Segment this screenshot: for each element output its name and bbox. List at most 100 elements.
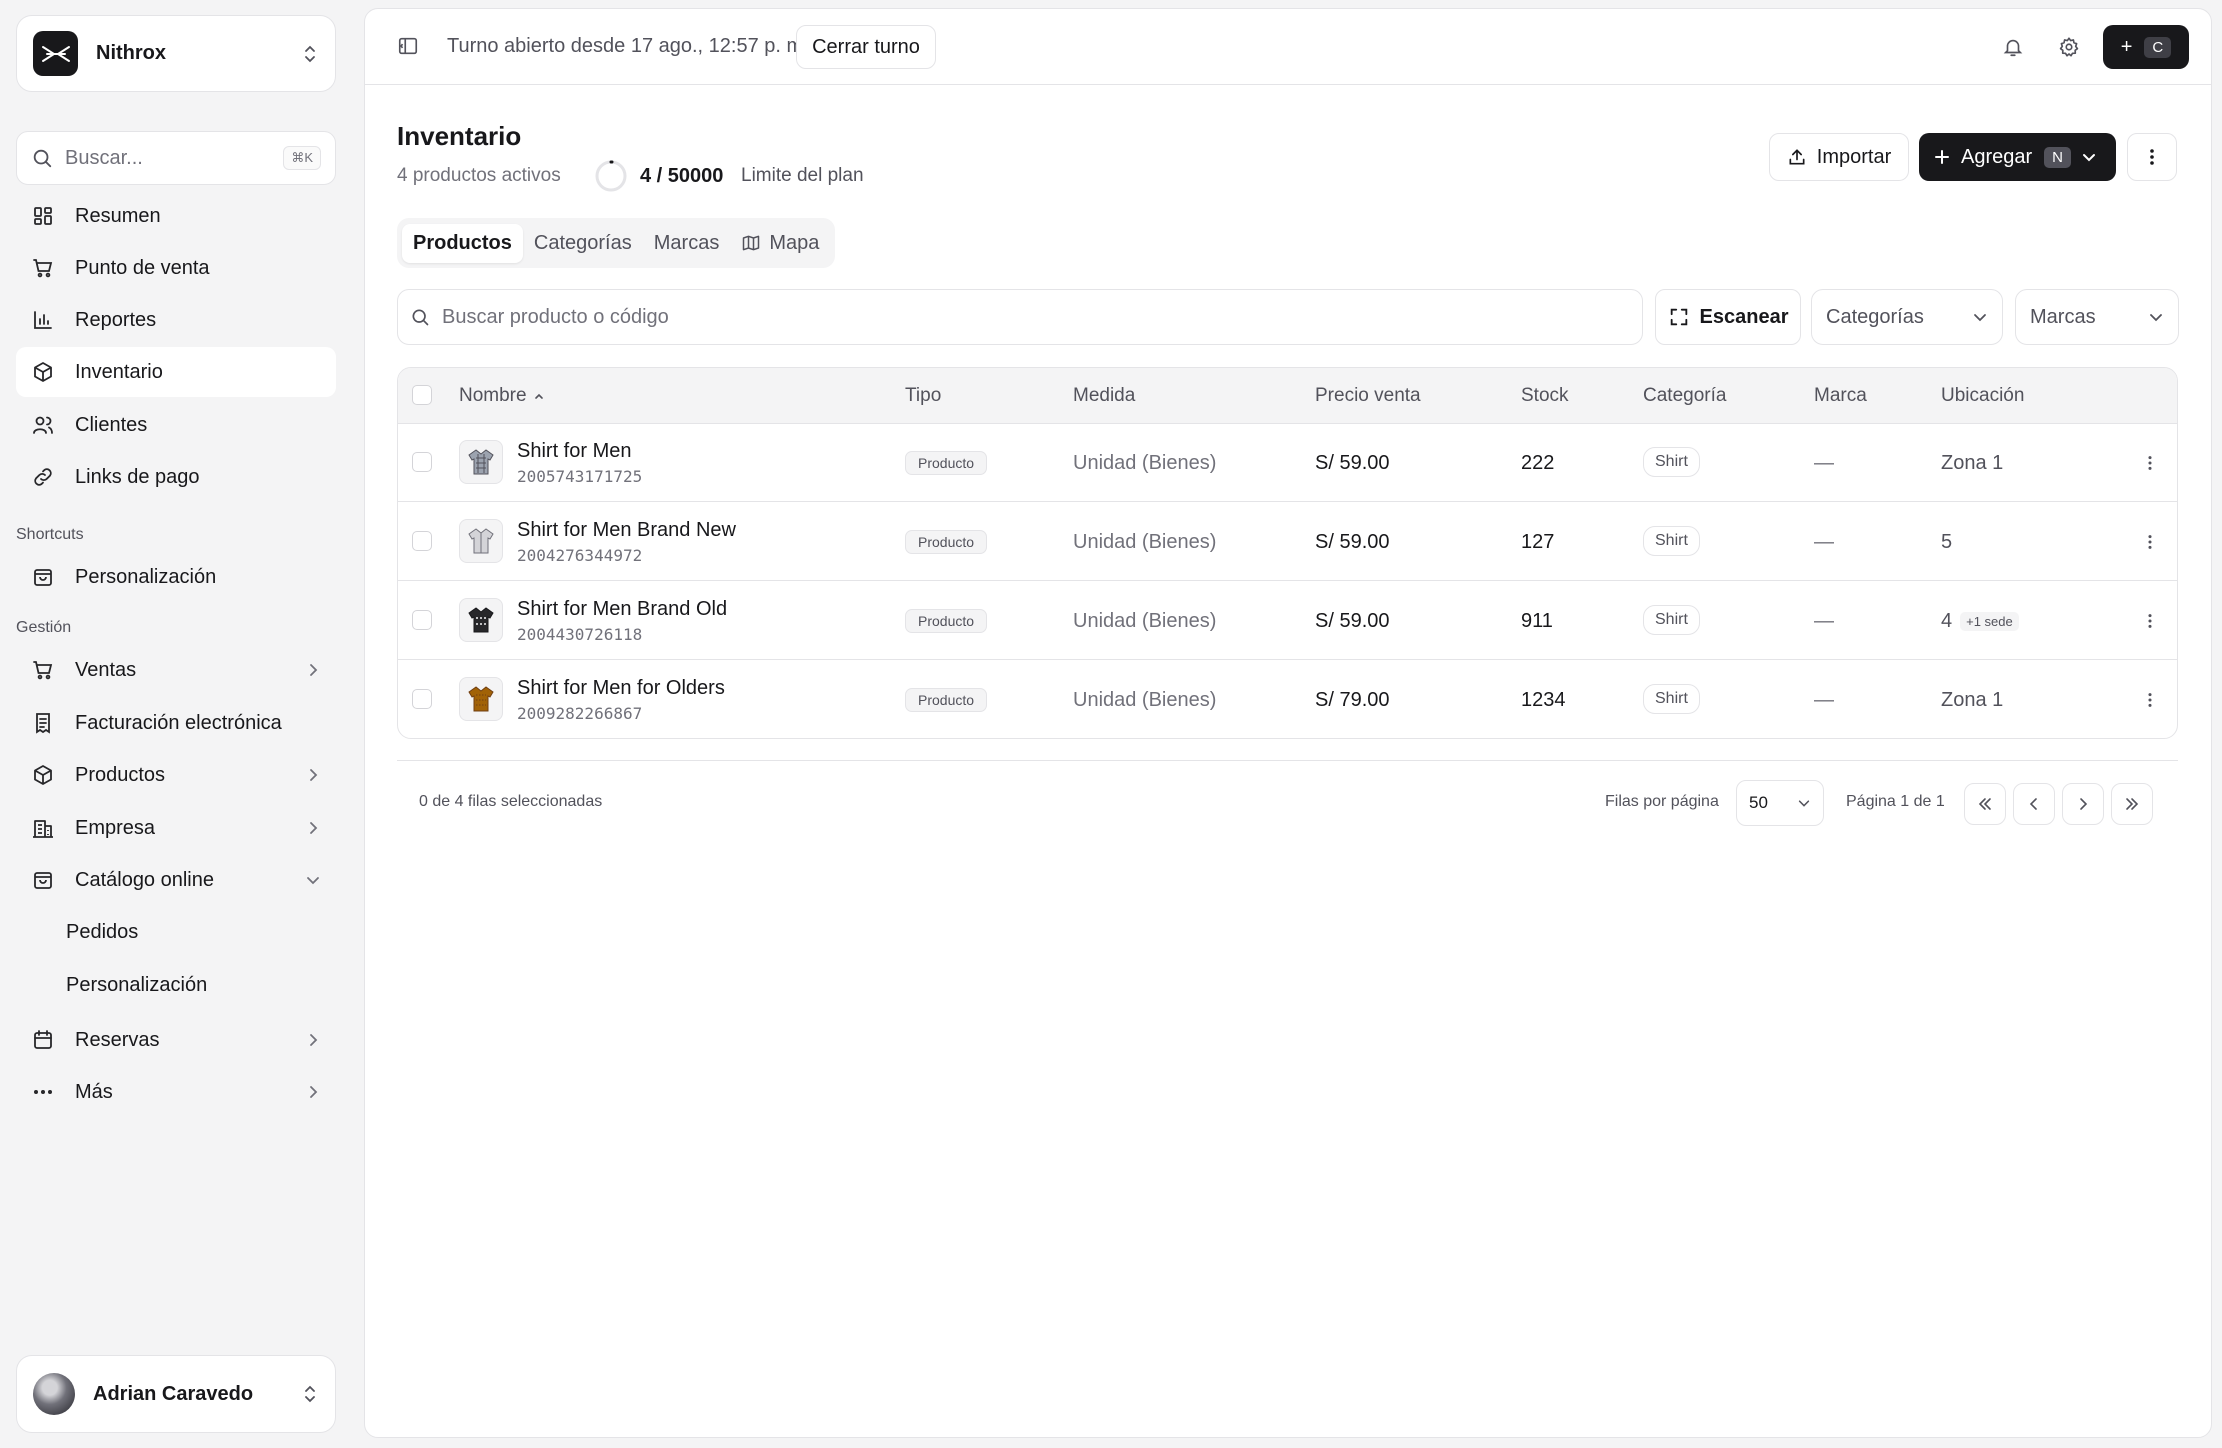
sidebar-subitem-pedidos[interactable]: Pedidos (16, 907, 336, 957)
rows-per-page-select[interactable]: 50 (1736, 780, 1824, 826)
add-shortcut: N (2044, 146, 2071, 168)
more-horizontal-icon (31, 1080, 55, 1104)
more-vertical-icon[interactable] (2136, 449, 2164, 477)
close-shift-button[interactable]: Cerrar turno (796, 25, 936, 69)
chevron-down-icon[interactable] (2081, 149, 2097, 165)
more-vertical-icon[interactable] (2136, 607, 2164, 635)
tab-mapa[interactable]: Mapa (730, 224, 830, 263)
sidebar-subitem-personalizacion[interactable]: Personalización (16, 960, 336, 1010)
add-product-button[interactable]: Agregar N (1919, 133, 2116, 181)
more-vertical-icon[interactable] (2136, 686, 2164, 714)
column-header-ubicacion: Ubicación (1941, 385, 2025, 406)
sidebar-item-reportes[interactable]: Reportes (16, 295, 336, 345)
product-stock: 911 (1521, 610, 1553, 632)
org-logo (33, 31, 78, 76)
sidebar-item-punto-de-venta[interactable]: Punto de venta (16, 243, 336, 293)
product-price: S/ 59.00 (1315, 610, 1390, 632)
sidebar-item-resumen[interactable]: Resumen (16, 191, 336, 241)
product-name[interactable]: Shirt for Men Brand Old (517, 598, 727, 621)
chevron-right-icon (305, 662, 321, 678)
row-checkbox[interactable] (412, 689, 432, 709)
extra-locations-badge: +1 sede (1960, 612, 2019, 631)
sidebar-item-empresa[interactable]: Empresa (16, 803, 336, 853)
sidebar-item-links-de-pago[interactable]: Links de pago (16, 452, 336, 502)
product-code: 2004430726118 (517, 625, 643, 644)
brands-filter[interactable]: Marcas (2015, 289, 2179, 345)
product-category-badge: Shirt (1643, 526, 1700, 556)
tab-productos[interactable]: Productos (402, 223, 523, 263)
tab-marcas[interactable]: Marcas (643, 224, 731, 263)
column-header-nombre[interactable]: Nombre (459, 385, 545, 407)
tab-mapa-label: Mapa (769, 231, 820, 254)
avatar (33, 1373, 75, 1415)
more-vertical-icon (2142, 147, 2162, 167)
column-header-medida: Medida (1073, 385, 1136, 406)
quick-create-button[interactable]: + C (2103, 25, 2189, 69)
receipt-icon (31, 711, 55, 735)
quick-create-shortcut: C (2144, 36, 2172, 58)
calendar-icon (31, 1028, 55, 1052)
cart-icon (31, 256, 55, 280)
product-category-badge: Shirt (1643, 684, 1700, 714)
gestion-section-label: Gestión (16, 619, 72, 636)
row-checkbox[interactable] (412, 452, 432, 472)
sidebar-item-productos[interactable]: Productos (16, 750, 336, 800)
table-row[interactable]: Shirt for Men 2005743171725 Producto Uni… (398, 424, 2177, 502)
column-header-marca: Marca (1814, 385, 1867, 406)
sidebar-item-inventario[interactable]: Inventario (16, 347, 336, 397)
link-icon (31, 465, 55, 489)
chevron-left-icon (2026, 796, 2042, 812)
box-icon (31, 763, 55, 787)
product-name[interactable]: Shirt for Men Brand New (517, 519, 736, 542)
product-price: S/ 79.00 (1315, 689, 1390, 711)
product-brand: — (1814, 531, 1834, 553)
categories-filter-label: Categorías (1826, 305, 1924, 328)
product-name[interactable]: Shirt for Men (517, 440, 631, 463)
chevron-down-icon (2148, 309, 2164, 325)
previous-page-button[interactable] (2013, 783, 2055, 825)
sidebar-item-personalizacion-shortcut[interactable]: Personalización (16, 552, 336, 602)
sidebar-item-ventas[interactable]: Ventas (16, 645, 336, 695)
row-checkbox[interactable] (412, 610, 432, 630)
sidebar-item-facturacion[interactable]: Facturación electrónica (16, 698, 336, 748)
page-title: Inventario (397, 121, 522, 151)
sidebar-search[interactable]: Buscar... ⌘K (16, 131, 336, 185)
product-search-input[interactable]: Buscar producto o código (397, 289, 1643, 345)
org-switcher[interactable]: Nithrox (16, 15, 336, 92)
plan-usage-count: 4 / 50000 (640, 165, 724, 187)
product-category-badge: Shirt (1643, 605, 1700, 635)
bell-icon[interactable] (1995, 29, 2031, 65)
sidebar-item-catalogo-online[interactable]: Catálogo online (16, 855, 336, 905)
sidebar-item-label: Pedidos (66, 920, 139, 943)
sidebar-item-clientes[interactable]: Clientes (16, 400, 336, 450)
user-switcher[interactable]: Adrian Caravedo (16, 1355, 336, 1433)
row-checkbox[interactable] (412, 531, 432, 551)
more-actions-button[interactable] (2127, 133, 2177, 181)
scan-button[interactable]: Escanear (1655, 289, 1801, 345)
more-vertical-icon[interactable] (2136, 528, 2164, 556)
product-type-badge: Producto (905, 451, 988, 475)
next-page-button[interactable] (2062, 783, 2104, 825)
table-row[interactable]: Shirt for Men for Olders 2009282266867 P… (398, 661, 2177, 738)
product-thumbnail (459, 677, 503, 721)
search-icon (410, 307, 430, 327)
sidebar-item-reservas[interactable]: Reservas (16, 1015, 336, 1065)
first-page-button[interactable] (1964, 783, 2006, 825)
last-page-button[interactable] (2111, 783, 2153, 825)
table-header: Nombre Tipo Medida Precio venta Stock Ca… (398, 368, 2177, 424)
sidebar-toggle-icon[interactable] (397, 35, 419, 57)
table-row[interactable]: Shirt for Men Brand New 2004276344972 Pr… (398, 503, 2177, 581)
select-all-checkbox[interactable] (412, 385, 432, 405)
chevron-down-icon (1797, 796, 1811, 810)
gear-icon[interactable] (2051, 29, 2087, 65)
brands-filter-label: Marcas (2030, 305, 2096, 328)
product-type-badge: Producto (905, 530, 988, 554)
import-button[interactable]: Importar (1769, 133, 1909, 181)
categories-filter[interactable]: Categorías (1811, 289, 2003, 345)
sidebar-item-mas[interactable]: Más (16, 1067, 336, 1117)
table-row[interactable]: Shirt for Men Brand Old 2004430726118 Pr… (398, 582, 2177, 660)
product-code: 2005743171725 (517, 467, 643, 486)
import-button-label: Importar (1816, 145, 1892, 168)
tab-categorias[interactable]: Categorías (523, 224, 643, 263)
product-name[interactable]: Shirt for Men for Olders (517, 677, 725, 700)
